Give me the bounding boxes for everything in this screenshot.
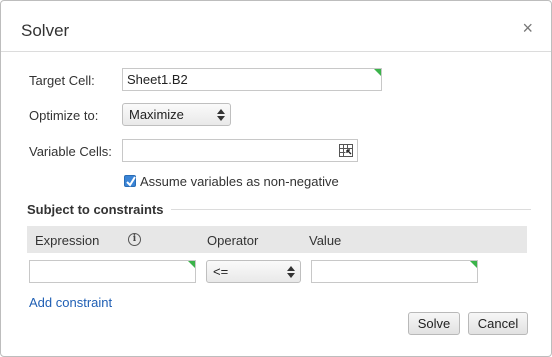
constraint-operator-select[interactable]: <= [206, 260, 301, 283]
select-arrows-icon [216, 107, 226, 122]
constraint-value-input[interactable] [311, 260, 478, 283]
add-constraint-link[interactable]: Add constraint [29, 295, 112, 310]
target-cell-label: Target Cell: [29, 73, 95, 88]
variable-cells-input[interactable] [122, 139, 358, 162]
constraints-section-title: Subject to constraints [27, 202, 164, 217]
operator-column-header: Operator [207, 233, 259, 248]
constraint-expression-input[interactable] [29, 260, 196, 283]
select-arrows-icon [286, 264, 296, 279]
optimize-label: Optimize to: [29, 108, 99, 123]
section-divider [171, 209, 531, 210]
variable-cells-label: Variable Cells: [29, 144, 112, 159]
cell-reference-marker-icon [374, 69, 381, 76]
nonnegative-label: Assume variables as non-negative [140, 174, 339, 189]
close-icon[interactable]: × [522, 19, 533, 37]
optimize-select[interactable]: Maximize [122, 103, 231, 126]
constraint-operator-value: <= [213, 264, 229, 279]
nonnegative-checkbox[interactable] [124, 175, 136, 187]
optimize-value: Maximize [129, 107, 184, 122]
info-icon[interactable]: i [128, 233, 141, 246]
target-cell-value: Sheet1.B2 [127, 72, 188, 87]
cell-reference-marker-icon [188, 261, 195, 268]
solver-dialog: Solver × Target Cell: Sheet1.B2 Optimize… [0, 0, 552, 357]
solve-button[interactable]: Solve [408, 312, 460, 335]
checkmark-icon [126, 176, 136, 187]
expression-column-header: Expression [35, 233, 100, 248]
constraints-table-header: Expression i Operator Value [27, 226, 527, 253]
cell-reference-marker-icon [470, 261, 477, 268]
value-column-header: Value [309, 233, 342, 248]
cell-range-picker-icon[interactable] [339, 144, 353, 157]
header-divider [1, 51, 551, 52]
dialog-title: Solver [21, 21, 70, 40]
cancel-button[interactable]: Cancel [468, 312, 528, 335]
target-cell-input[interactable]: Sheet1.B2 [122, 68, 382, 91]
